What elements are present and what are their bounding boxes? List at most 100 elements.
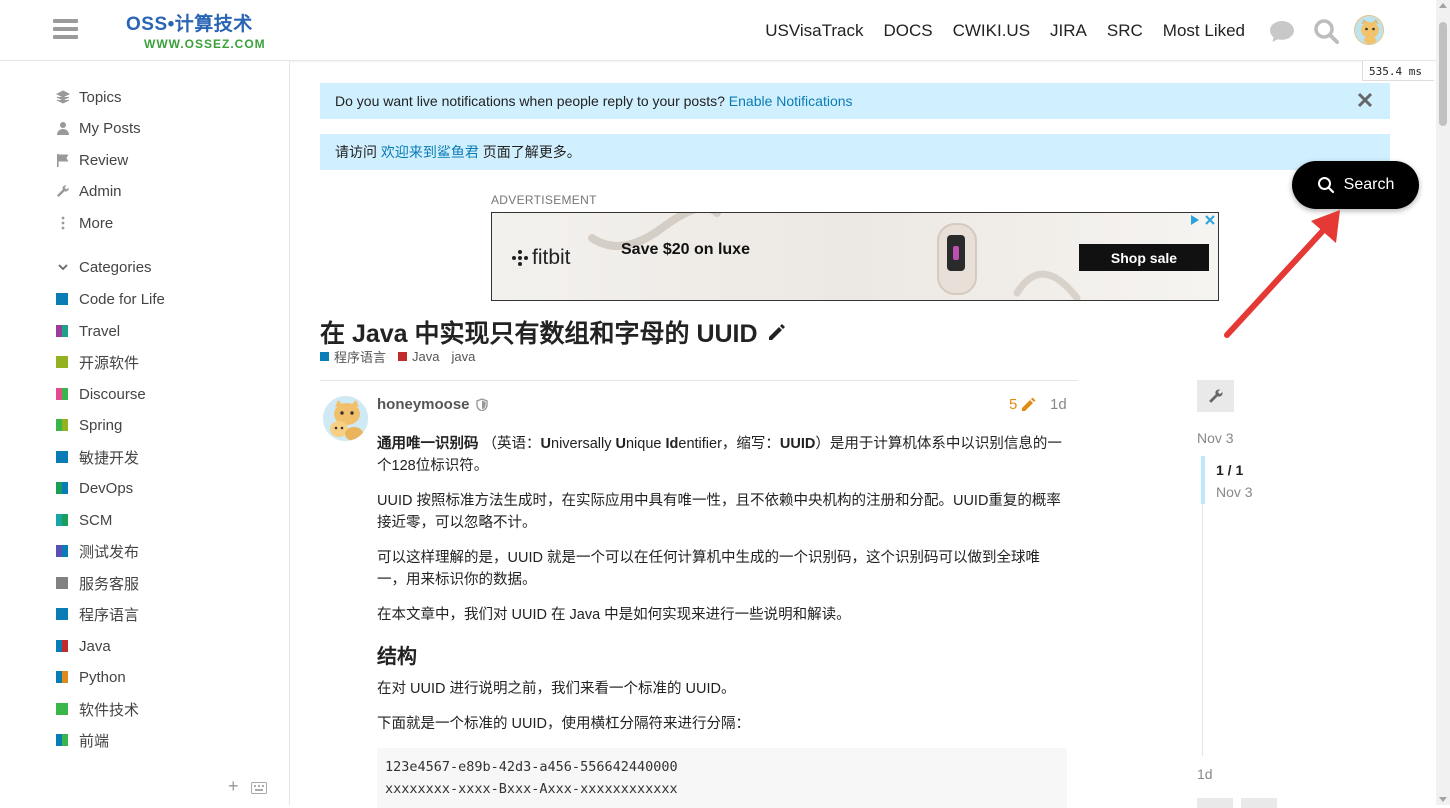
post-body: 通用唯一识别码 （英语：Universally Unique Identifie…	[377, 433, 1067, 808]
timeline-start-date[interactable]: Nov 3	[1197, 430, 1234, 446]
sidebar-category-item[interactable]: 前端	[56, 729, 109, 751]
ad-headline: Save $20 on luxe	[621, 241, 750, 258]
sidebar-category-label: SCM	[79, 511, 113, 529]
sidebar-categories-toggle[interactable]: Categories	[56, 256, 152, 278]
category-color-swatch	[56, 734, 68, 746]
post-date[interactable]: 1d	[1050, 396, 1067, 413]
sidebar-category-item[interactable]: Python	[56, 666, 126, 688]
user-avatar[interactable]	[1354, 15, 1384, 45]
floating-search-button[interactable]: Search	[1292, 161, 1419, 209]
add-icon[interactable]: +	[228, 776, 239, 797]
header-link-usvisatrack[interactable]: USVisaTrack	[765, 21, 863, 41]
floating-search-label: Search	[1343, 176, 1395, 193]
sidebar-category-item[interactable]: 开源软件	[56, 351, 139, 373]
sidebar-category-item[interactable]: 服务客服	[56, 572, 139, 594]
chat-icon[interactable]	[1268, 17, 1296, 45]
wrench-icon	[1208, 389, 1222, 403]
timeline-end-date[interactable]: 1d	[1197, 766, 1213, 782]
topic-admin-wrench-button[interactable]	[1197, 380, 1234, 412]
sidebar-item-more[interactable]: More	[56, 212, 113, 234]
ad-choices[interactable]	[1189, 214, 1216, 226]
sidebar-category-item[interactable]: SCM	[56, 509, 112, 531]
fitbit-dots-icon	[512, 250, 528, 266]
site-logo[interactable]: OSS•计算技术 WWW.OSSEZ.COM	[126, 9, 266, 51]
sidebar-category-label: Code for Life	[79, 290, 165, 308]
scroll-up-arrow-icon[interactable]	[1439, 3, 1447, 8]
sidebar-category-item[interactable]: Java	[56, 635, 111, 657]
timeline-button[interactable]	[1241, 798, 1277, 808]
welcome-link[interactable]: 欢迎来到鲨鱼君	[381, 142, 479, 162]
category-badge[interactable]: 程序语言	[320, 347, 386, 366]
post-author-name: honeymoose	[377, 396, 470, 413]
post-author-avatar[interactable]	[323, 396, 368, 441]
header-link-jira[interactable]: JIRA	[1050, 21, 1087, 41]
sidebar-item-admin[interactable]: Admin	[56, 180, 122, 202]
welcome-banner-prefix: 请访问	[335, 144, 377, 160]
timeline-handle[interactable]	[1201, 456, 1205, 504]
sidebar-item-my-posts[interactable]: My Posts	[56, 117, 141, 139]
category-color-swatch	[56, 545, 68, 557]
sidebar-category-item[interactable]: 敏捷开发	[56, 446, 139, 468]
hamburger-menu-icon[interactable]	[53, 19, 78, 40]
scroll-down-arrow-icon[interactable]	[1439, 797, 1447, 802]
ad-decoration	[1013, 270, 1081, 300]
sidebar-category-item[interactable]: 软件技术	[56, 698, 139, 720]
search-icon	[1317, 177, 1334, 194]
welcome-banner-suffix: 页面了解更多。	[482, 144, 581, 160]
category-color-swatch	[56, 482, 68, 494]
sidebar-category-label: 程序语言	[79, 606, 140, 624]
sidebar-category-label: 开源软件	[79, 354, 140, 372]
letter-bold: U	[615, 436, 626, 452]
post-paragraph: 在本文章中，我们对 UUID 在 Java 中是如何实现来进行一些说明和解读。	[377, 607, 851, 623]
enable-notifications-link[interactable]: Enable Notifications	[729, 93, 853, 109]
fitness-band-screen	[947, 235, 965, 271]
flag-icon	[57, 154, 69, 167]
category-color-swatch	[56, 356, 68, 368]
scrollbar-thumb[interactable]	[1439, 22, 1447, 126]
sidebar-category-item[interactable]: Discourse	[56, 383, 146, 405]
sidebar-category-item[interactable]: Travel	[56, 320, 120, 342]
category-color-swatch	[320, 352, 329, 361]
timeline-button[interactable]	[1197, 798, 1233, 808]
sidebar-item-label: My Posts	[79, 119, 141, 137]
sidebar-category-item[interactable]: 程序语言	[56, 603, 139, 625]
red-arrow-annotation	[1224, 210, 1340, 338]
sidebar-item-review[interactable]: Review	[56, 149, 128, 171]
sidebar-category-item[interactable]: Spring	[56, 414, 122, 436]
post-edit-history[interactable]: 5	[1009, 396, 1036, 413]
sidebar-category-item[interactable]: DevOps	[56, 477, 133, 499]
sidebar-category-label: DevOps	[79, 479, 134, 497]
sidebar: Topics My Posts Review Admin More Catego…	[0, 61, 290, 805]
search-icon[interactable]	[1312, 17, 1340, 45]
category-badge[interactable]: Java	[398, 349, 439, 364]
post-author[interactable]: honeymoose	[377, 396, 488, 413]
sidebar-categories-label: Categories	[79, 258, 152, 276]
keyboard-icon[interactable]	[250, 782, 267, 794]
header-link-docs[interactable]: DOCS	[883, 21, 932, 41]
category-color-swatch	[56, 608, 68, 620]
abbr-bold: UUID	[779, 436, 816, 452]
sidebar-category-label: Java	[79, 637, 111, 655]
header-link-most-liked[interactable]: Most Liked	[1163, 21, 1245, 41]
sidebar-category-label: 敏捷开发	[79, 449, 140, 467]
topic-tag[interactable]: java	[451, 349, 475, 364]
timeline-post-count: 1 / 1	[1216, 462, 1244, 478]
ellipsis-vertical-icon	[61, 216, 65, 230]
sidebar-item-topics[interactable]: Topics	[56, 86, 122, 108]
page-scrollbar[interactable]	[1436, 0, 1450, 805]
ad-cta-button[interactable]: Shop sale	[1079, 244, 1209, 271]
header-link-src[interactable]: SRC	[1107, 21, 1143, 41]
post-edit-count: 5	[1009, 396, 1018, 413]
header-link-cwiki[interactable]: CWIKI.US	[953, 21, 1030, 41]
edit-pencil-icon[interactable]	[766, 321, 788, 343]
close-icon[interactable]	[1356, 91, 1374, 109]
ad-close-icon[interactable]	[1204, 214, 1216, 226]
sidebar-category-item[interactable]: 测试发布	[56, 540, 139, 562]
text-span: niversally	[551, 436, 616, 452]
sidebar-category-label: Travel	[79, 322, 121, 340]
category-color-swatch	[56, 514, 68, 526]
ad-info-icon[interactable]	[1189, 214, 1201, 226]
advertisement[interactable]: fitbit Save $20 on luxe Shop sale	[491, 212, 1219, 301]
sidebar-category-item[interactable]: Code for Life	[56, 288, 165, 310]
ad-brand-logo: fitbit	[512, 246, 571, 270]
